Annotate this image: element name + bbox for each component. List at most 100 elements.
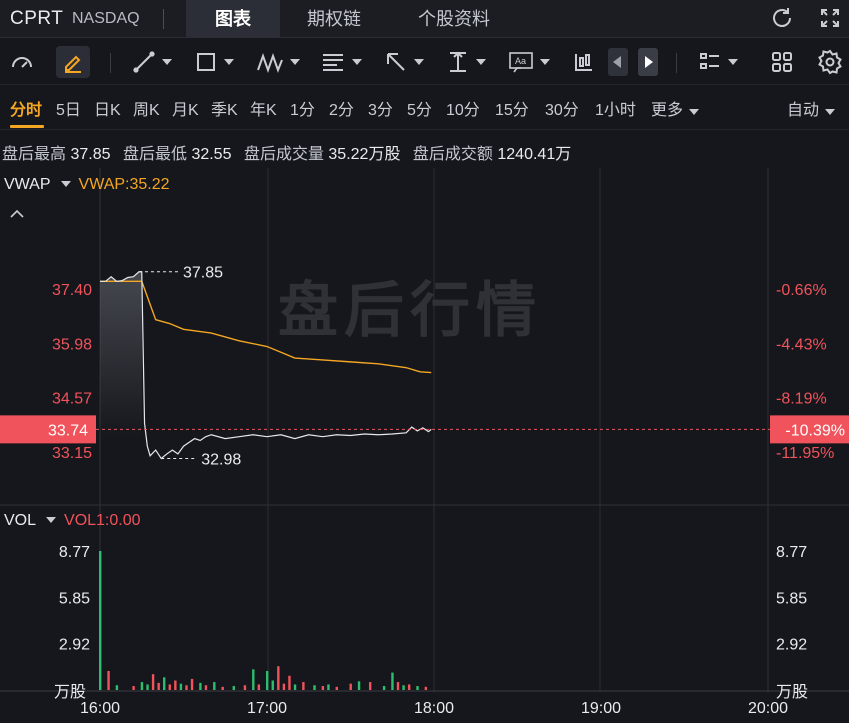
- volume-bar: [302, 682, 305, 690]
- stat-high-value: 37.85: [70, 146, 111, 163]
- volume-bar: [321, 686, 325, 690]
- active-period-indicator: [10, 125, 44, 128]
- period-3min[interactable]: 3分: [368, 96, 393, 120]
- price-area-path: [100, 271, 142, 439]
- fib-tool-icon[interactable]: [320, 47, 362, 77]
- time-axis-label: 17:00: [247, 700, 287, 717]
- period-1hour[interactable]: 1小时: [595, 96, 636, 120]
- volume-axis-label-right: 2.92: [776, 637, 807, 654]
- gauge-icon[interactable]: [8, 47, 36, 77]
- volume-bar: [221, 686, 224, 690]
- volume-axis-label: 2.92: [59, 637, 90, 654]
- period-1min[interactable]: 1分: [290, 96, 315, 120]
- percent-axis-label: -4.43%: [776, 336, 827, 353]
- candle-type-icon[interactable]: [572, 47, 596, 77]
- period-2min[interactable]: 2分: [329, 96, 354, 120]
- volume-bar: [424, 686, 428, 690]
- volume-bar: [243, 685, 247, 690]
- stat-turnover-value: 1240.41万: [497, 146, 572, 163]
- volume-bar: [382, 686, 386, 690]
- volume-bar: [151, 674, 155, 690]
- text-tool-icon[interactable]: Aa: [508, 47, 550, 77]
- grid-icon[interactable]: [770, 47, 794, 77]
- stat-turnover-label: 盘后成交额: [412, 146, 493, 163]
- volume-bar: [368, 682, 372, 690]
- period-month[interactable]: 月K: [172, 96, 199, 120]
- pattern-tool-icon[interactable]: [256, 47, 300, 77]
- period-more[interactable]: 更多: [651, 96, 700, 120]
- volume-bar: [232, 686, 235, 690]
- stat-volume-label: 盘后成交量: [243, 146, 324, 163]
- period-intraday[interactable]: 分时: [10, 96, 42, 120]
- vol1-value: VOL1:0.00: [64, 512, 141, 529]
- volume-axis-label: 8.77: [59, 544, 90, 561]
- layout-list-icon[interactable]: [698, 47, 738, 77]
- volume-bar: [157, 682, 160, 690]
- volume-bar: [204, 685, 208, 690]
- stat-volume-value: 35.22万股: [328, 146, 401, 163]
- time-axis-label: 16:00: [80, 700, 120, 717]
- volume-axis-label: 5.85: [59, 590, 90, 607]
- volume-bar: [146, 684, 149, 690]
- volume-bar: [288, 675, 291, 690]
- percent-axis-label: -11.95%: [776, 445, 834, 462]
- volume-bar: [402, 685, 405, 690]
- volume-bar: [327, 684, 330, 690]
- volume-bar: [293, 684, 297, 690]
- period-5d[interactable]: 5日: [56, 96, 81, 120]
- tab-chart[interactable]: 图表: [186, 0, 280, 38]
- volume-bar: [252, 669, 255, 690]
- period-15min[interactable]: 15分: [495, 96, 529, 120]
- percent-axis-label: -8.19%: [776, 391, 827, 408]
- settings-icon[interactable]: [817, 47, 843, 77]
- period-day[interactable]: 日K: [94, 96, 121, 120]
- current-pct-label: -10.39%: [785, 422, 845, 439]
- expand-icon[interactable]: [816, 4, 844, 32]
- volume-bar: [213, 682, 216, 690]
- next-icon[interactable]: [638, 48, 658, 76]
- measure-tool-icon[interactable]: [446, 47, 486, 77]
- low-marker-label: 32.98: [201, 452, 241, 469]
- high-marker-label: 37.85: [183, 265, 223, 282]
- toolbar-divider: [676, 53, 677, 73]
- after-hours-stats: 盘后最高 37.85 盘后最低 32.55 盘后成交量 35.22万股 盘后成交…: [2, 140, 579, 164]
- drawing-toolbar: Aa: [0, 39, 849, 85]
- volume-bar: [349, 683, 352, 690]
- period-quarter[interactable]: 季K: [211, 96, 238, 120]
- auto-scale-select[interactable]: 自动: [787, 96, 836, 120]
- period-year[interactable]: 年K: [250, 96, 277, 120]
- header-divider: [163, 9, 164, 29]
- intraday-chart[interactable]: 37.85 32.98 33.74 -10.39% 37.40 -0.66% 35.98 -…: [0, 168, 849, 723]
- tab-options-chain[interactable]: 期权链: [282, 0, 386, 38]
- arrow-tool-icon[interactable]: [384, 47, 424, 77]
- time-axis-label: 20:00: [748, 700, 788, 717]
- volume-bar: [277, 666, 280, 690]
- volume-bar: [168, 684, 171, 690]
- refresh-icon[interactable]: [768, 4, 796, 32]
- volume-bar: [266, 670, 269, 690]
- rectangle-tool-icon[interactable]: [194, 47, 234, 77]
- auto-scale-label: 自动: [787, 102, 820, 119]
- period-30min[interactable]: 30分: [545, 96, 579, 120]
- prev-icon[interactable]: [608, 48, 628, 76]
- period-week[interactable]: 周K: [133, 96, 160, 120]
- price-indicator-legend[interactable]: VWAP VWAP:35.22: [4, 176, 170, 194]
- volume-bar: [335, 686, 338, 690]
- vwap-value: VWAP:35.22: [78, 176, 170, 193]
- percent-axis-label: -0.66%: [776, 282, 827, 299]
- period-5min[interactable]: 5分: [407, 96, 432, 120]
- line-tool-icon[interactable]: [132, 47, 172, 77]
- period-10min[interactable]: 10分: [446, 96, 480, 120]
- indicator-name: VWAP: [4, 176, 51, 193]
- collapse-icon[interactable]: [10, 206, 24, 224]
- volume-bars: [99, 551, 428, 690]
- tab-stock-profile[interactable]: 个股资料: [392, 0, 516, 38]
- ticker-symbol: CPRT: [10, 8, 64, 29]
- pen-icon[interactable]: [56, 46, 90, 78]
- volume-bar: [271, 680, 274, 690]
- price-axis-label: 35.98: [52, 336, 92, 353]
- volume-indicator-legend[interactable]: VOL VOL1:0.00: [4, 512, 141, 530]
- volume-bar: [257, 684, 261, 690]
- volume-bar: [391, 672, 394, 690]
- exchange-name: NASDAQ: [72, 10, 140, 27]
